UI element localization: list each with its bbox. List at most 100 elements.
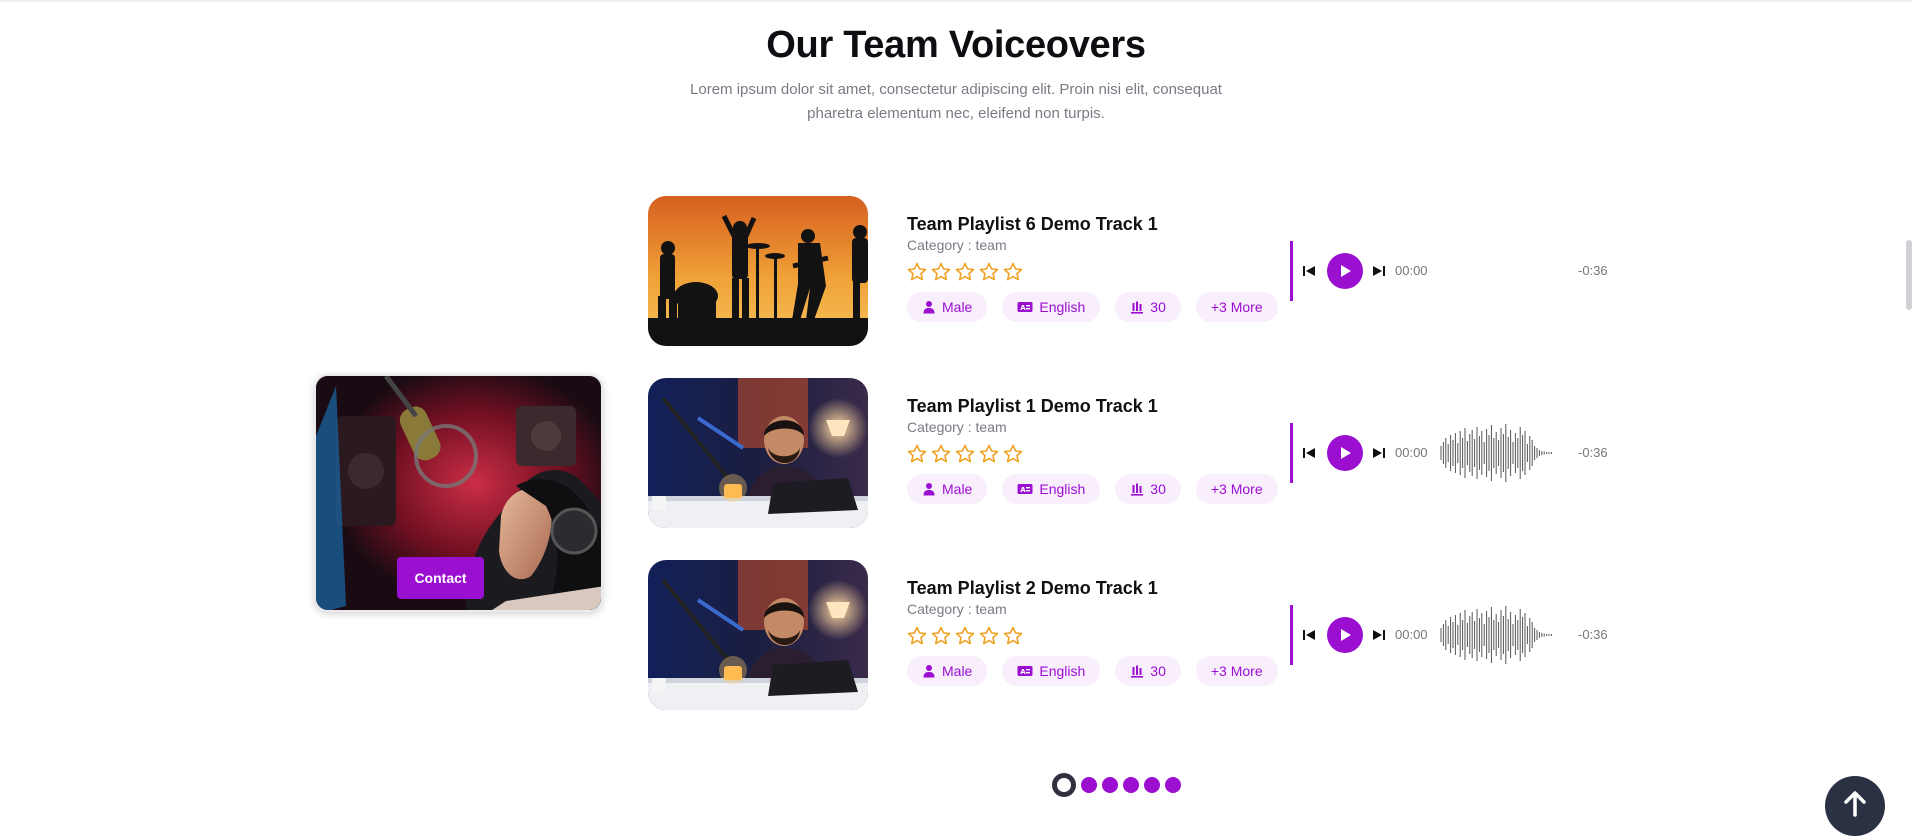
player-divider: [1290, 241, 1293, 301]
contact-button[interactable]: Contact: [397, 557, 484, 599]
arrow-up-icon: [1844, 791, 1866, 817]
tag-gender[interactable]: Male: [907, 292, 988, 322]
tag-language[interactable]: A English: [1002, 474, 1101, 504]
tag-age[interactable]: 30: [1115, 474, 1181, 504]
play-button[interactable]: [1327, 617, 1363, 653]
pagination-dot[interactable]: [1123, 777, 1139, 793]
tag-gender-label: Male: [942, 663, 973, 679]
star-outline-icon[interactable]: [955, 262, 975, 282]
tag-age[interactable]: 30: [1115, 292, 1181, 322]
tag-more-label: +3 More: [1210, 299, 1263, 315]
tag-language[interactable]: A English: [1002, 656, 1101, 686]
track-info: Team Playlist 6 Demo Track 1 Category : …: [907, 214, 1287, 322]
track-category: Category : team: [907, 601, 1007, 617]
pagination-dot[interactable]: [1165, 777, 1181, 793]
skip-back-icon[interactable]: [1302, 447, 1316, 459]
tag-language-label: English: [1039, 299, 1086, 315]
audio-waveform[interactable]: [1439, 605, 1564, 665]
audio-player: 00:00 -0:36: [1290, 423, 1610, 483]
track-tags: Male A English 30 +3 More: [907, 656, 1287, 686]
play-icon: [1341, 265, 1351, 277]
track-row: Team Playlist 1 Demo Track 1 Category : …: [648, 378, 1608, 528]
tag-age-label: 30: [1150, 481, 1166, 497]
star-outline-icon[interactable]: [955, 444, 975, 464]
user-icon: [923, 301, 935, 314]
skip-back-icon[interactable]: [1302, 265, 1316, 277]
track-thumbnail[interactable]: [648, 560, 868, 710]
track-row: Team Playlist 2 Demo Track 1 Category : …: [648, 560, 1608, 710]
featured-studio-card: Contact: [314, 374, 603, 612]
current-time: 00:00: [1395, 263, 1428, 278]
pagination-dot[interactable]: [1102, 777, 1118, 793]
translate-icon: A: [1017, 484, 1033, 494]
translate-icon: A: [1017, 302, 1033, 312]
player-divider: [1290, 605, 1293, 665]
podcaster-studio-image: [648, 378, 868, 528]
pagination-dot[interactable]: [1081, 777, 1097, 793]
star-outline-icon[interactable]: [931, 444, 951, 464]
podcaster-studio-image: [648, 560, 868, 710]
tag-gender[interactable]: Male: [907, 656, 988, 686]
track-tags: Male A English 30 +3 More: [907, 292, 1287, 322]
bars-icon: [1131, 483, 1144, 496]
track-category: Category : team: [907, 237, 1007, 253]
track-category: Category : team: [907, 419, 1007, 435]
skip-forward-icon[interactable]: [1372, 265, 1386, 277]
rating-stars: [907, 262, 1287, 282]
rating-stars: [907, 626, 1287, 646]
tag-gender-label: Male: [942, 481, 973, 497]
track-title[interactable]: Team Playlist 1 Demo Track 1: [907, 396, 1287, 417]
svg-text:A: A: [1021, 668, 1027, 676]
current-time: 00:00: [1395, 627, 1428, 642]
track-thumbnail[interactable]: [648, 378, 868, 528]
tag-more[interactable]: +3 More: [1195, 474, 1278, 504]
back-to-top-button[interactable]: [1825, 776, 1885, 836]
track-info: Team Playlist 1 Demo Track 1 Category : …: [907, 396, 1287, 504]
tag-gender[interactable]: Male: [907, 474, 988, 504]
star-outline-icon[interactable]: [979, 626, 999, 646]
track-thumbnail[interactable]: [648, 196, 868, 346]
skip-forward-icon[interactable]: [1372, 629, 1386, 641]
track-title[interactable]: Team Playlist 2 Demo Track 1: [907, 578, 1287, 599]
star-outline-icon[interactable]: [979, 262, 999, 282]
play-button[interactable]: [1327, 253, 1363, 289]
star-outline-icon[interactable]: [931, 626, 951, 646]
star-outline-icon[interactable]: [907, 262, 927, 282]
remaining-time: -0:36: [1578, 627, 1608, 642]
carousel-pagination: [1052, 773, 1181, 797]
play-button[interactable]: [1327, 435, 1363, 471]
star-outline-icon[interactable]: [1003, 626, 1023, 646]
bars-icon: [1131, 301, 1144, 314]
track-tags: Male A English 30 +3 More: [907, 474, 1287, 504]
header-divider: [0, 0, 1912, 2]
play-icon: [1341, 447, 1351, 459]
player-divider: [1290, 423, 1293, 483]
tag-age[interactable]: 30: [1115, 656, 1181, 686]
tag-gender-label: Male: [942, 299, 973, 315]
star-outline-icon[interactable]: [955, 626, 975, 646]
star-outline-icon[interactable]: [1003, 262, 1023, 282]
star-outline-icon[interactable]: [907, 626, 927, 646]
audio-waveform[interactable]: [1439, 423, 1564, 483]
remaining-time: -0:36: [1578, 445, 1608, 460]
tag-more[interactable]: +3 More: [1195, 656, 1278, 686]
star-outline-icon[interactable]: [1003, 444, 1023, 464]
pagination-dot[interactable]: [1144, 777, 1160, 793]
skip-forward-icon[interactable]: [1372, 447, 1386, 459]
tag-age-label: 30: [1150, 663, 1166, 679]
star-outline-icon[interactable]: [907, 444, 927, 464]
pagination-dot[interactable]: [1052, 773, 1076, 797]
skip-back-icon[interactable]: [1302, 629, 1316, 641]
star-outline-icon[interactable]: [979, 444, 999, 464]
tag-more[interactable]: +3 More: [1195, 292, 1278, 322]
audio-player: 00:00 -0:36: [1290, 241, 1610, 301]
star-outline-icon[interactable]: [931, 262, 951, 282]
play-icon: [1341, 629, 1351, 641]
tag-language[interactable]: A English: [1002, 292, 1101, 322]
section-description: Lorem ipsum dolor sit amet, consectetur …: [690, 81, 1222, 122]
svg-text:A: A: [1021, 486, 1027, 494]
page-scrollbar-thumb[interactable]: [1906, 240, 1912, 310]
current-time: 00:00: [1395, 445, 1428, 460]
translate-icon: A: [1017, 666, 1033, 676]
track-title[interactable]: Team Playlist 6 Demo Track 1: [907, 214, 1287, 235]
